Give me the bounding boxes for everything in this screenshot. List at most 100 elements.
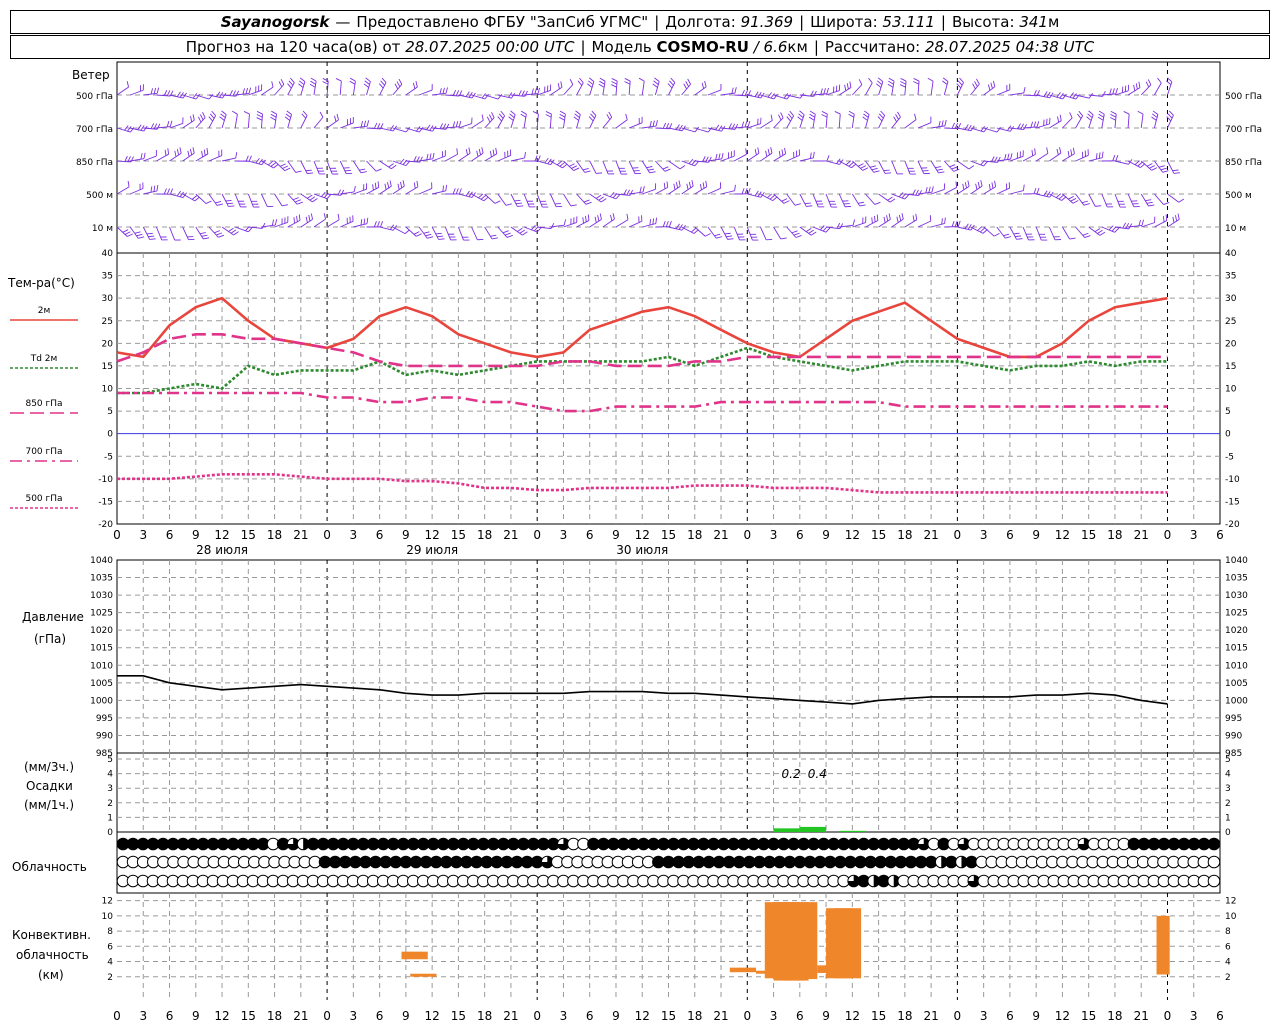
cloud-symbol bbox=[1207, 855, 1221, 869]
legend-label: 850 гПа bbox=[25, 399, 62, 409]
wind-barb bbox=[221, 193, 235, 207]
wind-barb bbox=[1101, 155, 1119, 162]
temp-y-tick-right: 20 bbox=[1225, 339, 1237, 349]
temp-y-tick-right: -20 bbox=[1225, 520, 1240, 530]
wind-barb bbox=[746, 226, 759, 241]
x-tick-label-bottom: 21 bbox=[293, 1009, 308, 1023]
precip-unit1: (мм/3ч.) bbox=[24, 760, 74, 774]
precip-y-tick: 0 bbox=[107, 828, 113, 838]
temp-y-tick: 25 bbox=[102, 317, 113, 327]
wind-barb bbox=[733, 148, 747, 162]
wind-barb bbox=[129, 84, 144, 96]
x-tick-label-bottom: 0 bbox=[954, 1009, 962, 1023]
wind-barb bbox=[655, 220, 672, 228]
conv-y-tick: 2 bbox=[107, 973, 113, 983]
precip-annotation: 0.2 bbox=[782, 767, 801, 781]
wind-barb bbox=[1127, 81, 1141, 96]
wind-barb bbox=[615, 189, 634, 196]
x-tick-label: 6 bbox=[796, 528, 804, 542]
wind-barb bbox=[1123, 111, 1130, 129]
precip-bars: 0.2 0.4 bbox=[773, 767, 866, 832]
wind-barb bbox=[1114, 222, 1133, 230]
x-tick-label-bottom: 12 bbox=[214, 1009, 229, 1023]
pressure-y-tick-right: 1000 bbox=[1225, 696, 1248, 706]
wind-barb bbox=[353, 217, 369, 228]
conv-label-2: облачность bbox=[16, 948, 89, 962]
pressure-label: Давление bbox=[22, 610, 84, 624]
wind-barb bbox=[545, 111, 552, 129]
day-label: 28 июля bbox=[196, 543, 248, 557]
wind-barb bbox=[799, 226, 817, 236]
wind-barb bbox=[261, 81, 274, 96]
wind-barb bbox=[379, 160, 397, 170]
wind-barb bbox=[694, 156, 712, 163]
x-tick-label-bottom: 15 bbox=[871, 1009, 886, 1023]
wind-barb bbox=[983, 80, 996, 96]
wind-barb bbox=[1137, 110, 1144, 129]
x-tick-label-bottom: 21 bbox=[923, 1009, 938, 1023]
x-tick-label: 3 bbox=[350, 528, 358, 542]
wind-barb bbox=[378, 77, 387, 96]
conv-y-tick: 8 bbox=[107, 927, 113, 937]
wind-barb bbox=[256, 111, 263, 129]
x-tick-label: 12 bbox=[425, 528, 440, 542]
wind-barb bbox=[1167, 160, 1180, 174]
wind-barb bbox=[573, 110, 581, 129]
wind-barb bbox=[812, 155, 830, 162]
wind-barb bbox=[773, 226, 787, 240]
wind-barb bbox=[326, 160, 339, 175]
day-label: 29 июля bbox=[406, 543, 458, 557]
x-tick-label-bottom: 6 bbox=[166, 1009, 174, 1023]
wind-barb bbox=[773, 112, 784, 129]
wind-barb bbox=[904, 213, 918, 228]
wind-barb bbox=[1035, 226, 1048, 241]
wind-barb bbox=[1088, 90, 1106, 97]
wind-level-label: 10 м bbox=[92, 224, 113, 234]
wind-barb bbox=[313, 191, 332, 200]
wind-barb bbox=[235, 155, 252, 162]
temp-y-tick-right: 15 bbox=[1225, 362, 1236, 372]
wind-barb bbox=[615, 213, 629, 228]
x-tick-label-bottom: 0 bbox=[1164, 1009, 1172, 1023]
wind-barb bbox=[825, 193, 838, 208]
wind-barb bbox=[444, 226, 457, 241]
wind-barb bbox=[681, 158, 700, 167]
wind-barb bbox=[576, 214, 590, 228]
precip-unit2: (мм/1ч.) bbox=[24, 798, 74, 812]
pressure-y-tick: 1025 bbox=[90, 609, 113, 619]
wind-barb bbox=[300, 110, 308, 129]
wind-barb bbox=[340, 116, 354, 129]
wind-barb bbox=[848, 110, 855, 129]
x-tick-label: 6 bbox=[376, 528, 384, 542]
temp-y-tick-right: 25 bbox=[1225, 317, 1236, 327]
wind-barb bbox=[298, 77, 306, 96]
x-tick-label-bottom: 21 bbox=[1134, 1009, 1149, 1023]
precip-y-tick: 2 bbox=[107, 799, 113, 809]
precip-y-tick-right: 4 bbox=[1225, 770, 1231, 780]
wind-barb bbox=[786, 193, 801, 206]
wind-barb bbox=[927, 77, 934, 96]
wind-barb bbox=[458, 147, 471, 162]
wind-barb bbox=[602, 191, 621, 200]
wind-barb bbox=[694, 180, 708, 195]
wind-barb bbox=[116, 81, 129, 96]
wind-barb bbox=[1114, 193, 1127, 208]
wind-barb bbox=[508, 110, 516, 129]
pressure-y-tick-right: 1010 bbox=[1225, 661, 1248, 671]
wind-barb bbox=[615, 160, 628, 175]
pressure-y-tick: 1030 bbox=[90, 591, 113, 601]
wind-level-label: 500 м bbox=[86, 191, 113, 201]
wind-barb bbox=[327, 189, 345, 196]
x-tick-label-bottom: 6 bbox=[376, 1009, 384, 1023]
x-tick-label: 18 bbox=[477, 528, 492, 542]
x-tick-label-bottom: 6 bbox=[586, 1009, 594, 1023]
wind-barb bbox=[983, 226, 1000, 237]
wind-barb bbox=[392, 78, 403, 96]
pressure-y-tick: 1000 bbox=[90, 696, 113, 706]
wind-barb bbox=[116, 226, 133, 237]
wind-barb bbox=[747, 147, 760, 162]
pressure-y-tick-right: 1035 bbox=[1225, 574, 1248, 584]
wind-barb bbox=[339, 160, 353, 175]
wind-barb bbox=[1088, 151, 1104, 162]
wind-barb bbox=[931, 217, 946, 228]
